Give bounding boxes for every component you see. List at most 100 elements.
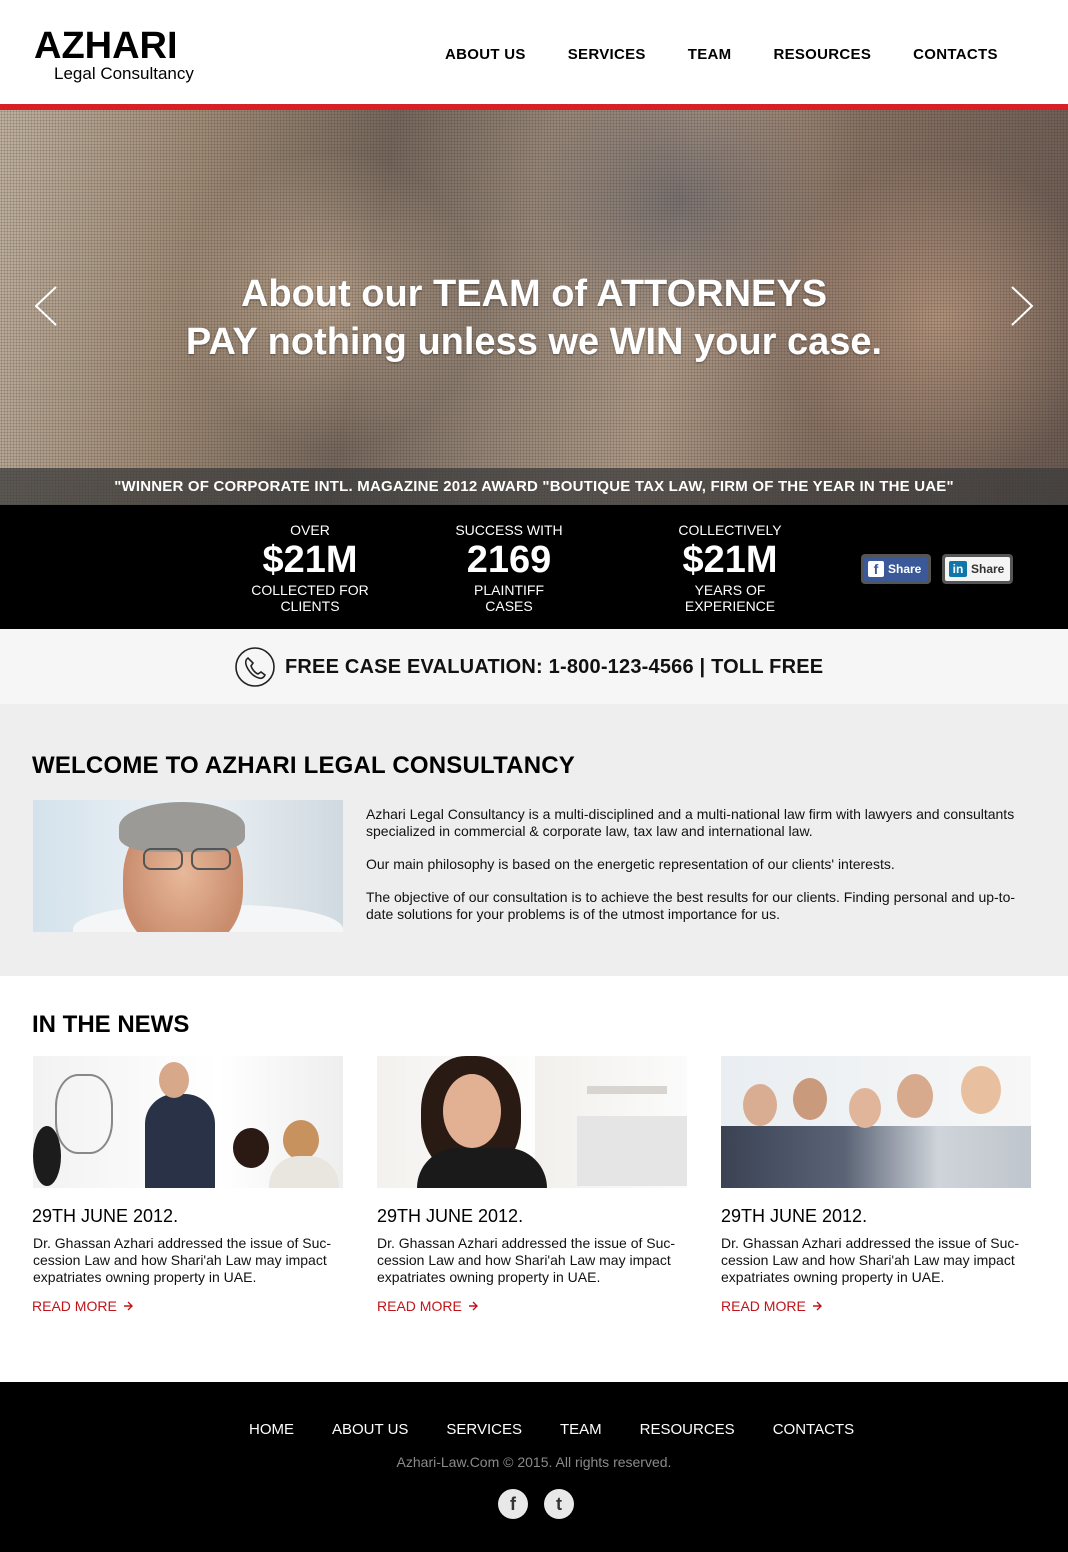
photo-detail bbox=[743, 1084, 777, 1126]
stat-label-bottom: PLAINTIFF bbox=[473, 582, 544, 598]
photo-detail bbox=[897, 1074, 933, 1118]
news-date: 29TH JUNE 2012. bbox=[377, 1206, 524, 1226]
news-title: IN THE NEWS bbox=[32, 1011, 190, 1038]
footer-nav-home[interactable]: HOME bbox=[249, 1421, 294, 1438]
news-description: Dr. Ghassan Azhari addressed the issue o… bbox=[721, 1235, 1020, 1285]
news-card: 29TH JUNE 2012. Dr. Ghassan Azhari addre… bbox=[377, 1056, 697, 1314]
stat-collected: OVER $21M COLLECTED FOR CLIENTS bbox=[220, 522, 400, 614]
photo-detail bbox=[587, 1086, 667, 1094]
twitter-icon[interactable]: t bbox=[544, 1489, 574, 1519]
site-footer: HOME ABOUT US SERVICES TEAM RESOURCES CO… bbox=[0, 1382, 1068, 1552]
stat-experience: COLLECTIVELY $21M YEARS OF EXPERIENCE bbox=[640, 522, 820, 614]
nav-team[interactable]: TEAM bbox=[688, 46, 732, 63]
stat-label-bottom: YEARS OF bbox=[694, 582, 766, 598]
arrow-right-icon bbox=[468, 1301, 478, 1311]
photo-detail bbox=[145, 1094, 215, 1188]
stat-value: $21M bbox=[262, 539, 358, 581]
logo-tagline: Legal Consultancy bbox=[54, 64, 194, 83]
read-more-link[interactable]: READ MORE bbox=[32, 1298, 353, 1314]
photo-detail bbox=[443, 1074, 501, 1148]
nav-contacts[interactable]: CONTACTS bbox=[913, 46, 998, 63]
linkedin-share-label: Share bbox=[971, 562, 1005, 576]
facebook-icon[interactable]: f bbox=[498, 1489, 528, 1519]
hero-heading: About our TEAM of ATTORNEYS PAY nothing … bbox=[0, 270, 1068, 366]
chevron-left-icon bbox=[34, 286, 57, 326]
phone-icon bbox=[235, 647, 275, 687]
welcome-text: Azhari Legal Consultancy is a multi-disc… bbox=[366, 806, 1036, 939]
stat-label-top: OVER bbox=[290, 522, 330, 538]
stat-label-bottom: CASES bbox=[485, 598, 533, 614]
welcome-title: WELCOME TO AZHARI LEGAL CONSULTANCY bbox=[32, 752, 575, 779]
award-banner: "WINNER OF CORPORATE INTL. MAGAZINE 2012… bbox=[0, 468, 1068, 505]
stat-value: $21M bbox=[682, 539, 778, 581]
nav-about-us[interactable]: ABOUT US bbox=[445, 46, 526, 63]
photo-detail bbox=[793, 1078, 827, 1120]
read-more-label: READ MORE bbox=[377, 1298, 462, 1314]
hero-heading-line2: PAY nothing unless we WIN your case. bbox=[185, 321, 883, 363]
facebook-share-label: Share bbox=[888, 562, 922, 576]
free-evaluation-text[interactable]: FREE CASE EVALUATION: 1-800-123-4566 | T… bbox=[285, 656, 823, 679]
stat-label-top: SUCCESS WITH bbox=[455, 522, 563, 538]
read-more-label: READ MORE bbox=[721, 1298, 806, 1314]
news-photo[interactable] bbox=[721, 1056, 1031, 1188]
hero-slider: About our TEAM of ATTORNEYS PAY nothing … bbox=[0, 110, 1068, 505]
news-photo[interactable] bbox=[33, 1056, 343, 1188]
linkedin-share-inner: in Share bbox=[945, 557, 1010, 581]
photo-detail bbox=[191, 848, 231, 870]
slider-prev-button[interactable] bbox=[32, 285, 62, 327]
logo-name[interactable]: AZHARI bbox=[34, 24, 178, 68]
photo-detail bbox=[417, 1148, 547, 1188]
slider-next-button[interactable] bbox=[1006, 285, 1036, 327]
nav-services[interactable]: SERVICES bbox=[568, 46, 646, 63]
linkedin-share-button[interactable]: in Share bbox=[942, 554, 1013, 584]
free-evaluation-bar: FREE CASE EVALUATION: 1-800-123-4566 | T… bbox=[0, 629, 1068, 704]
site-header: AZHARI Legal Consultancy ABOUT US SERVIC… bbox=[0, 0, 1068, 104]
news-description: Dr. Ghassan Azhari addressed the issue o… bbox=[33, 1235, 332, 1285]
hero-heading-line1: About our TEAM of ATTORNEYS bbox=[240, 273, 828, 315]
news-photo[interactable] bbox=[377, 1056, 687, 1188]
footer-nav-contacts[interactable]: CONTACTS bbox=[773, 1421, 854, 1438]
photo-detail bbox=[849, 1088, 881, 1128]
stat-label-top: COLLECTIVELY bbox=[678, 522, 782, 538]
copyright-text: Azhari-Law.Com © 2015. All rights reserv… bbox=[396, 1454, 672, 1470]
facebook-icon: f bbox=[868, 561, 884, 577]
photo-detail bbox=[577, 1116, 687, 1186]
photo-detail bbox=[159, 1062, 189, 1098]
footer-nav-resources[interactable]: RESOURCES bbox=[640, 1421, 735, 1438]
stats-bar: OVER $21M COLLECTED FOR CLIENTS SUCCESS … bbox=[0, 505, 1068, 629]
stat-value: 2169 bbox=[466, 539, 552, 581]
stat-success: SUCCESS WITH 2169 PLAINTIFF CASES bbox=[419, 522, 599, 614]
read-more-link[interactable]: READ MORE bbox=[721, 1298, 1041, 1314]
footer-nav: HOME ABOUT US SERVICES TEAM RESOURCES CO… bbox=[249, 1421, 892, 1438]
chevron-right-icon bbox=[1011, 286, 1034, 326]
stat-label-bottom: COLLECTED FOR bbox=[251, 582, 369, 598]
photo-detail bbox=[961, 1066, 1001, 1114]
welcome-paragraph: Azhari Legal Consultancy is a multi-disc… bbox=[366, 806, 1015, 839]
news-card: 29TH JUNE 2012. Dr. Ghassan Azhari addre… bbox=[721, 1056, 1041, 1314]
footer-nav-about-us[interactable]: ABOUT US bbox=[332, 1421, 408, 1438]
news-date: 29TH JUNE 2012. bbox=[32, 1206, 179, 1226]
photo-detail bbox=[283, 1120, 319, 1160]
read-more-link[interactable]: READ MORE bbox=[377, 1298, 697, 1314]
photo-detail bbox=[269, 1156, 339, 1188]
read-more-label: READ MORE bbox=[32, 1298, 117, 1314]
news-description: Dr. Ghassan Azhari addressed the issue o… bbox=[377, 1235, 676, 1285]
linkedin-icon: in bbox=[949, 561, 967, 577]
main-nav: ABOUT US SERVICES TEAM RESOURCES CONTACT… bbox=[445, 46, 1040, 63]
welcome-paragraph: The objective of our consultation is to … bbox=[366, 889, 1016, 922]
stat-label-bottom: EXPERIENCE bbox=[684, 598, 776, 614]
welcome-photo bbox=[33, 800, 343, 932]
photo-detail bbox=[119, 802, 245, 852]
arrow-right-icon bbox=[123, 1301, 133, 1311]
facebook-share-button[interactable]: f Share bbox=[861, 554, 931, 584]
news-date: 29TH JUNE 2012. bbox=[721, 1206, 868, 1226]
welcome-section: WELCOME TO AZHARI LEGAL CONSULTANCY Azha… bbox=[0, 704, 1068, 976]
photo-detail bbox=[143, 848, 183, 870]
footer-nav-services[interactable]: SERVICES bbox=[446, 1421, 522, 1438]
news-card: 29TH JUNE 2012. Dr. Ghassan Azhari addre… bbox=[32, 1056, 353, 1314]
photo-detail bbox=[721, 1126, 1031, 1188]
nav-resources[interactable]: RESOURCES bbox=[773, 46, 871, 63]
footer-nav-team[interactable]: TEAM bbox=[560, 1421, 602, 1438]
photo-detail bbox=[55, 1074, 113, 1154]
arrow-right-icon bbox=[812, 1301, 822, 1311]
